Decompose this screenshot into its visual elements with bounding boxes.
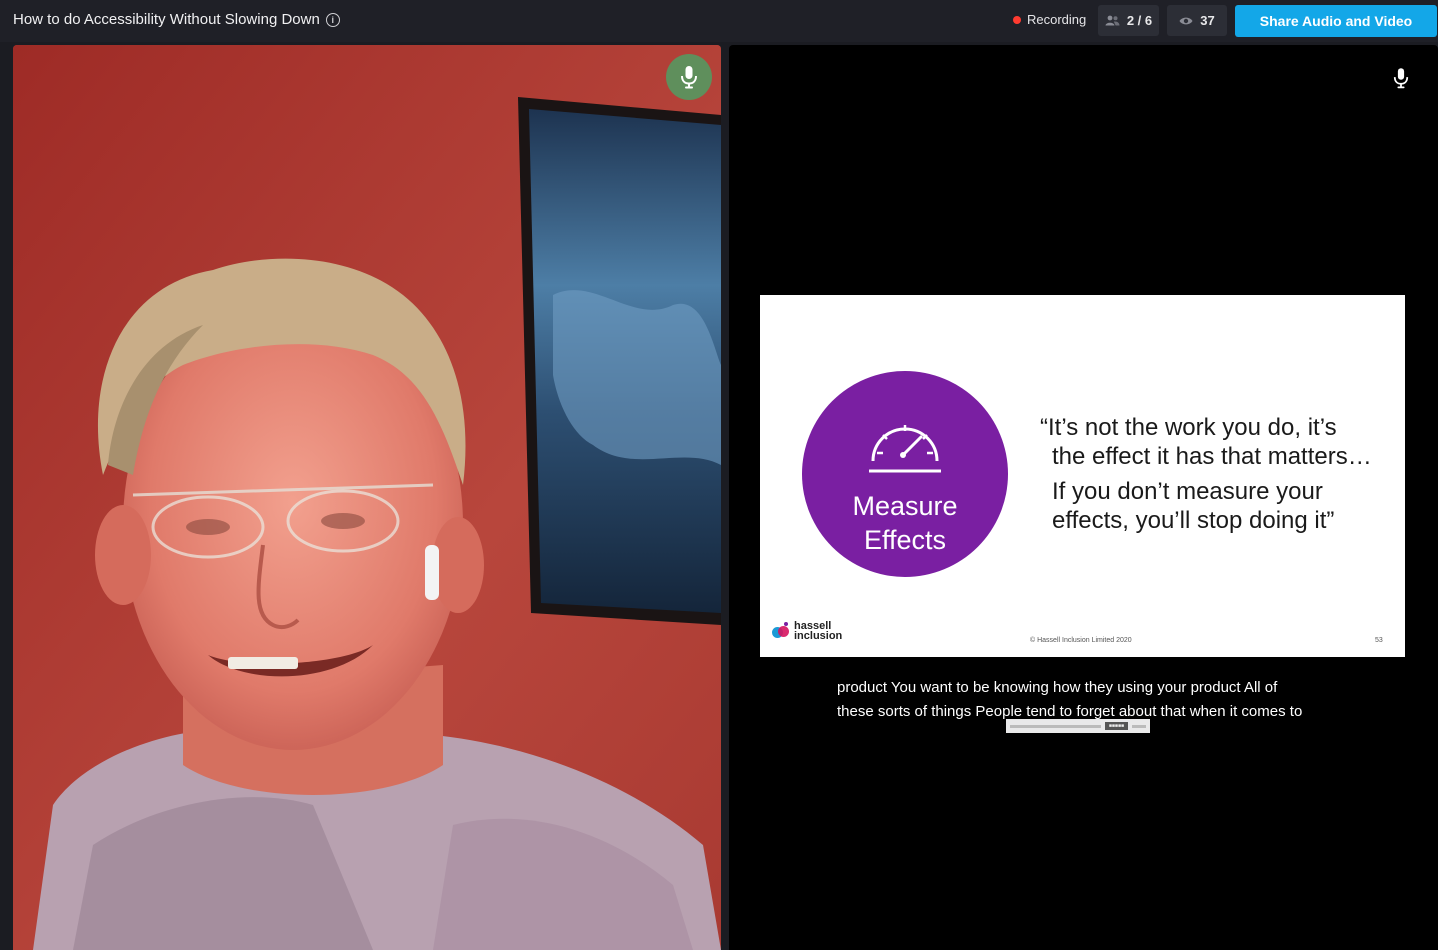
session-title: How to do Accessibility Without Slowing … — [13, 11, 340, 28]
slide-circle: Measure Effects — [802, 371, 1008, 577]
slide-circle-line2: Effects — [863, 525, 947, 555]
people-icon — [1105, 15, 1120, 26]
speedometer-icon — [869, 425, 941, 473]
stop-sharing-button[interactable]: ■■■■■ — [1104, 722, 1128, 730]
presentation-slide: Measure Effects “It’s not the work you d… — [760, 295, 1405, 657]
speaker-video-tile[interactable] — [13, 45, 721, 950]
caption-line-1: product You want to be knowing how they … — [837, 679, 1278, 696]
slide-copyright: © Hassell Inclusion Limited 2020 — [1030, 637, 1132, 644]
session-title-text: How to do Accessibility Without Slowing … — [13, 11, 320, 28]
slide-logo: hassell inclusion — [772, 621, 843, 642]
participants-button[interactable]: 2 / 6 — [1098, 5, 1159, 36]
screen-share-notice-bar: ■■■■■ — [1006, 719, 1150, 733]
hide-placeholder — [1132, 724, 1146, 728]
speaker-video-frame — [13, 45, 721, 950]
hassell-logo-icon — [772, 622, 790, 640]
eye-icon — [1179, 17, 1193, 24]
quote-line-1: “It’s not the work you do, it’s — [1040, 414, 1337, 441]
presenter-microphone-icon[interactable] — [1393, 67, 1409, 89]
microphone-icon — [681, 66, 697, 89]
top-bar: How to do Accessibility Without Slowing … — [0, 0, 1438, 42]
slide-circle-label: Measure Effects — [802, 489, 1008, 557]
info-icon[interactable]: i — [325, 12, 340, 27]
recording-dot-icon — [1013, 15, 1021, 24]
live-captions: product You want to be knowing how they … — [837, 676, 1357, 724]
quote-line-3: If you don’t measure your — [1052, 478, 1323, 505]
viewers-button[interactable]: 37 — [1167, 5, 1227, 36]
quote-line-4: effects, you’ll stop doing it” — [1052, 507, 1335, 534]
share-audio-video-button[interactable]: Share Audio and Video — [1235, 5, 1437, 37]
screen-share-tile[interactable]: Measure Effects “It’s not the work you d… — [729, 45, 1438, 950]
recording-label: Recording — [1027, 12, 1087, 27]
speaker-mic-button[interactable] — [666, 54, 712, 100]
slide-page-number: 53 — [1375, 637, 1383, 644]
notice-text-placeholder — [1010, 724, 1101, 728]
logo-line2: inclusion — [794, 630, 843, 642]
recording-indicator: Recording — [1013, 12, 1086, 27]
viewers-count: 37 — [1200, 13, 1215, 28]
quote-line-2: the effect it has that matters… — [1052, 443, 1372, 470]
slide-circle-line1: Measure — [852, 491, 958, 521]
slide-quote: “It’s not the work you do, it’s the effe… — [1040, 413, 1400, 535]
participants-count: 2 / 6 — [1126, 13, 1153, 28]
